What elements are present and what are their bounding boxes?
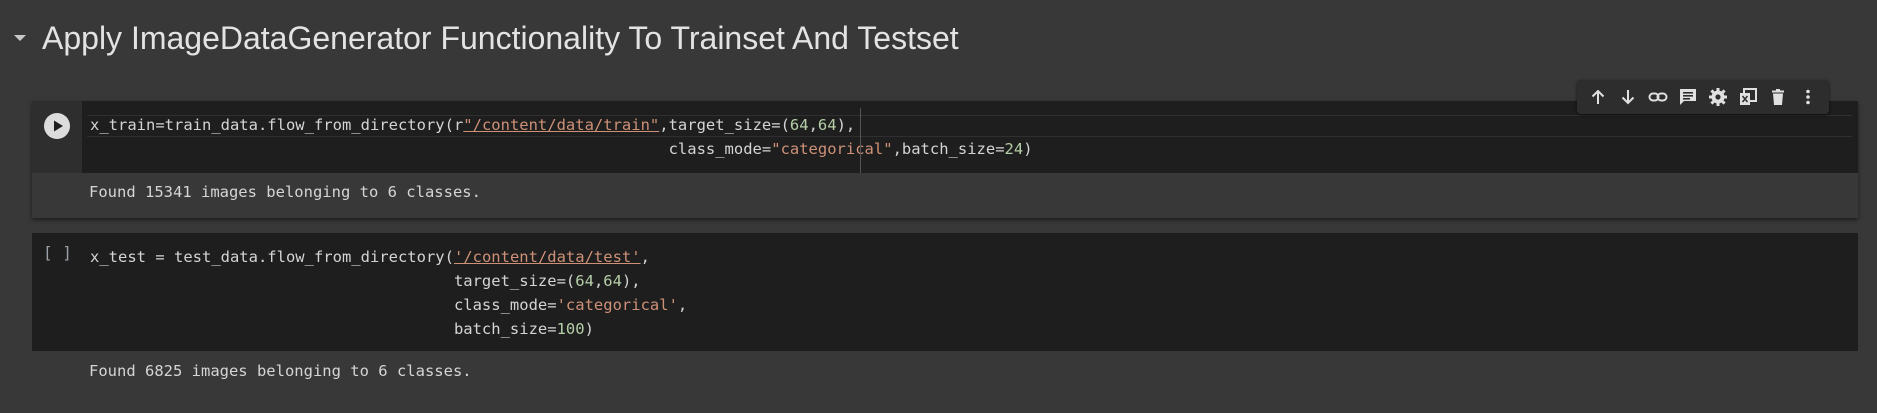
code-editor[interactable]: x_test = test_data.flow_from_directory('… <box>90 245 687 341</box>
code-token: , <box>677 296 688 314</box>
code-token: ) <box>584 320 594 338</box>
code-token: 64 <box>817 116 837 134</box>
code-line: class_mode='categorical', <box>90 293 687 317</box>
code-token: , <box>593 272 604 290</box>
mirror-cell-button[interactable] <box>1736 85 1760 109</box>
output-text: Found 15341 images belonging to 6 classe… <box>89 183 481 201</box>
gear-icon <box>1709 88 1727 106</box>
delete-cell-button[interactable] <box>1766 85 1790 109</box>
cell-1-output: Found 15341 images belonging to 6 classe… <box>32 173 1858 218</box>
code-token: "categorical" <box>771 140 893 158</box>
code-token: "/content/data/train" <box>463 116 660 134</box>
code-token: x_train=train_data.flow_from_directory(r <box>90 116 464 134</box>
code-token: '/content/data/test' <box>453 248 641 266</box>
code-line: target_size=(64,64), <box>90 269 687 293</box>
code-token: 100 <box>556 320 585 338</box>
trash-icon <box>1772 89 1784 105</box>
mirror-cell-icon <box>1740 88 1757 105</box>
code-line: batch_size=100) <box>90 317 687 341</box>
code-token: ) <box>1023 140 1033 158</box>
cell-settings-button[interactable] <box>1706 85 1730 109</box>
code-token: 64 <box>603 272 622 290</box>
code-token: 24 <box>1004 140 1024 158</box>
code-line: x_train=train_data.flow_from_directory(r… <box>90 113 1033 137</box>
code-token: ,batch_size= <box>892 140 1005 158</box>
move-cell-down-button[interactable] <box>1616 85 1640 109</box>
code-cell-2[interactable]: [ ] x_test = test_data.flow_from_directo… <box>32 233 1858 351</box>
run-cell-button[interactable] <box>44 113 70 139</box>
move-cell-up-button[interactable] <box>1586 85 1610 109</box>
code-token: target_size=( <box>90 272 576 290</box>
code-token: class_mode= <box>90 140 772 158</box>
code-token: batch_size= <box>90 320 557 338</box>
code-token: , <box>640 248 650 266</box>
code-line: x_test = test_data.flow_from_directory('… <box>90 245 687 269</box>
arrow-up-icon <box>1591 89 1605 104</box>
more-actions-button[interactable] <box>1796 85 1820 109</box>
cell-gutter <box>32 101 82 173</box>
add-comment-button[interactable] <box>1676 85 1700 109</box>
code-token: 64 <box>575 272 594 290</box>
cell-toolbar <box>1577 80 1829 114</box>
link-icon <box>1648 92 1668 102</box>
code-token: , <box>808 116 818 134</box>
code-token: class_mode= <box>90 296 557 314</box>
collapse-section-icon[interactable] <box>12 30 28 46</box>
code-editor[interactable]: x_train=train_data.flow_from_directory(r… <box>90 113 1033 161</box>
section-header: Apply ImageDataGenerator Functionality T… <box>0 0 1877 76</box>
output-text: Found 6825 images belonging to 6 classes… <box>89 362 472 380</box>
comment-icon <box>1680 89 1696 105</box>
play-icon <box>54 120 63 132</box>
text-cursor <box>860 108 861 173</box>
code-token: 64 <box>789 116 809 134</box>
code-token: ), <box>836 116 856 134</box>
code-token: x_test = test_data.flow_from_directory( <box>90 248 454 266</box>
more-vert-icon <box>1806 89 1810 105</box>
copy-link-button[interactable] <box>1646 85 1670 109</box>
execution-count-bracket[interactable]: [ ] <box>43 243 72 262</box>
code-line: class_mode="categorical",batch_size=24) <box>90 137 1033 161</box>
code-token: ,target_size=( <box>659 116 790 134</box>
arrow-down-icon <box>1621 90 1635 105</box>
code-token: 'categorical' <box>556 296 678 314</box>
code-token: ), <box>621 272 641 290</box>
section-title: Apply ImageDataGenerator Functionality T… <box>42 20 959 56</box>
